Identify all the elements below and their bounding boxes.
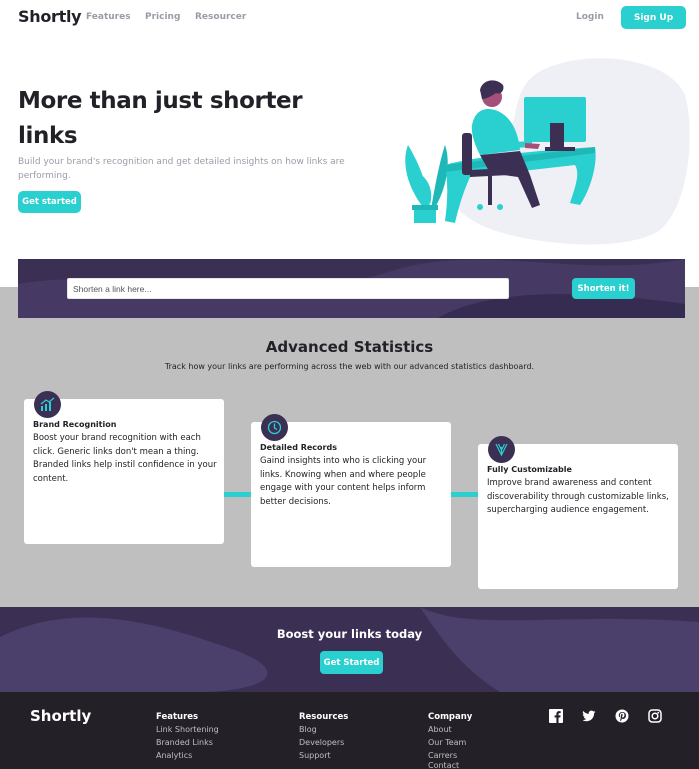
boost-get-started-button[interactable]: Get Started — [320, 651, 383, 674]
nav-link-resources[interactable]: Resourcer — [195, 12, 246, 22]
footer-link-about[interactable]: About — [428, 725, 452, 734]
hero-description: Build your brand's recognition and get d… — [18, 157, 345, 181]
footer-link-link-shortening[interactable]: Link Shortening — [156, 725, 219, 734]
sign-up-button[interactable]: Sign Up — [621, 6, 686, 29]
facebook-icon[interactable] — [549, 709, 563, 723]
card-text: Boost your brand recognition with each c… — [33, 433, 217, 484]
top-navigation: Shortly Features Pricing Resourcer Login… — [0, 0, 699, 38]
footer-link-our-team[interactable]: Our Team — [428, 738, 466, 747]
footer-link-blog[interactable]: Blog — [299, 725, 317, 734]
shorten-it-button[interactable]: Shorten it! — [572, 278, 635, 299]
card-text: Gaind insights into who is clicking your… — [260, 456, 427, 507]
footer — [0, 692, 699, 769]
footer-heading-resources: Resources — [299, 712, 349, 722]
card-connector — [224, 492, 252, 497]
card-title: Fully Customizable — [487, 465, 572, 474]
boost-section — [0, 607, 699, 692]
boost-background-pattern — [0, 607, 699, 692]
footer-link-branded-links[interactable]: Branded Links — [156, 738, 213, 747]
nav-link-pricing[interactable]: Pricing — [145, 12, 180, 22]
pinterest-icon[interactable] — [615, 709, 629, 723]
card-title: Brand Recognition — [33, 420, 117, 429]
logo[interactable]: Shortly — [18, 7, 82, 26]
twitter-icon[interactable] — [582, 709, 596, 723]
gauge-icon — [261, 414, 288, 441]
chart-icon — [34, 391, 61, 418]
instagram-icon[interactable] — [648, 709, 662, 723]
hero-illustration — [405, 58, 690, 245]
footer-logo[interactable]: Shortly — [30, 707, 91, 725]
stats-title: Advanced Statistics — [265, 338, 434, 356]
get-started-button[interactable]: Get started — [18, 191, 81, 213]
login-link[interactable]: Login — [576, 12, 604, 22]
hero-title: More than just shorter links — [18, 88, 303, 149]
pens-icon — [488, 436, 515, 463]
footer-link-developers[interactable]: Developers — [299, 738, 344, 747]
footer-link-support[interactable]: Support — [299, 751, 331, 760]
boost-title: Boost your links today — [276, 627, 423, 641]
stats-subtitle: Track how your links are performing acro… — [164, 362, 535, 371]
nav-link-features[interactable]: Features — [86, 12, 131, 22]
shorten-link-input[interactable] — [67, 278, 509, 299]
card-text: Improve brand awareness and content disc… — [487, 478, 669, 515]
footer-heading-features: Features — [156, 712, 199, 722]
footer-heading-company: Company — [428, 712, 473, 722]
card-connector — [451, 492, 479, 497]
footer-link-contact[interactable]: Contact — [428, 761, 459, 769]
footer-link-analytics[interactable]: Analytics — [156, 751, 192, 760]
footer-link-careers[interactable]: Carrers — [428, 751, 457, 760]
card-title: Detailed Records — [260, 443, 337, 452]
